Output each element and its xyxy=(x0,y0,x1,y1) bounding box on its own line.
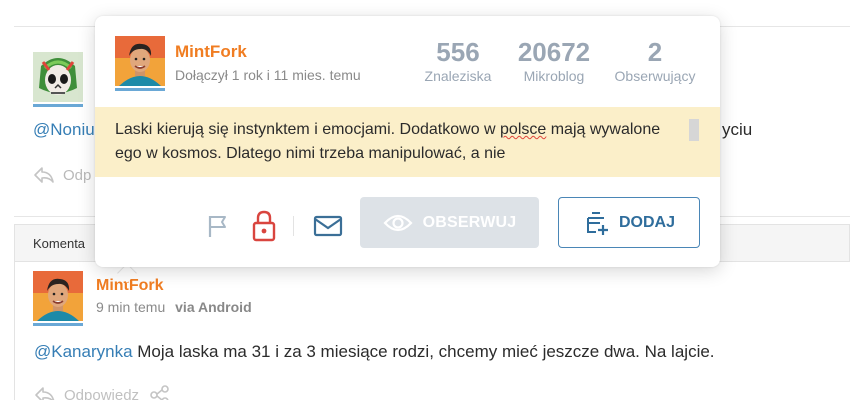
block-button[interactable] xyxy=(249,209,279,243)
add-label: DODAJ xyxy=(618,213,675,231)
comment-time: 9 min temu xyxy=(96,299,166,315)
page: @Noniu yciu Odp Komenta MintFork 9 min t… xyxy=(0,0,850,400)
mention-link[interactable]: @Kanarynka xyxy=(34,342,133,361)
bio-text: Laski kierują się instynktem i emocjami.… xyxy=(115,118,675,166)
share-icon[interactable] xyxy=(149,385,171,400)
spellcheck-word: polsce xyxy=(500,121,547,138)
reply-button[interactable]: Odp xyxy=(33,166,91,184)
popup-joined: Dołączył 1 rok i 11 mies. temu xyxy=(175,67,361,83)
add-button[interactable]: DODAJ xyxy=(558,197,700,248)
report-button[interactable] xyxy=(203,211,233,241)
comment-text: @Kanarynka Moja laska ma 31 i za 3 miesi… xyxy=(34,342,715,362)
add-list-icon xyxy=(586,211,608,235)
stat-label: Znaleziska xyxy=(424,68,492,84)
popup-username[interactable]: MintFork xyxy=(175,42,247,62)
stat-label: Mikroblog xyxy=(523,68,585,84)
avatar[interactable] xyxy=(33,271,83,321)
eye-icon xyxy=(383,214,413,231)
avatar[interactable] xyxy=(33,52,83,102)
follow-button[interactable]: OBSERWUJ xyxy=(360,197,539,248)
comments-label: Komenta xyxy=(33,236,86,251)
mail-icon xyxy=(313,215,343,237)
popup-bio: Laski kierują się instynktem i emocjami.… xyxy=(95,107,720,177)
stat-label: Obserwujący xyxy=(614,68,696,84)
lock-icon xyxy=(252,210,276,242)
reply-icon xyxy=(34,167,54,183)
stat-value: 556 xyxy=(436,37,480,67)
stat-followers[interactable]: 2 Obserwujący xyxy=(605,36,705,84)
bio-text-part: Laski kierują się instynktem i emocjami.… xyxy=(115,121,501,138)
comment-via: via Android xyxy=(175,299,252,315)
entry-text: @Noniu xyxy=(33,120,95,140)
entry-text-tail: yciu xyxy=(722,120,753,139)
avatar-underline xyxy=(33,323,83,326)
popup-avatar[interactable] xyxy=(115,36,165,86)
stat-links[interactable]: 556 Znaleziska xyxy=(417,36,499,84)
flag-icon xyxy=(208,216,226,237)
mention-link[interactable]: @Noniu xyxy=(33,120,95,139)
stat-microblog[interactable]: 20672 Mikroblog xyxy=(509,36,599,84)
divider xyxy=(293,216,294,236)
avatar-underline xyxy=(33,104,83,107)
comment-body: Moja laska ma 31 i za 3 miesiące rodzi, … xyxy=(132,342,715,361)
comment-meta: 9 min temu via Android xyxy=(96,299,252,315)
user-popup: MintFork Dołączył 1 rok i 11 mies. temu … xyxy=(95,16,720,267)
avatar-underline xyxy=(115,88,165,91)
follow-label: OBSERWUJ xyxy=(422,213,517,231)
comment: MintFork 9 min temu via Android @Kanaryn… xyxy=(14,262,850,400)
reply-label: Odp xyxy=(63,166,92,184)
reply-button[interactable]: Odpowiedz xyxy=(34,386,139,400)
stat-value: 2 xyxy=(647,37,663,67)
message-button[interactable] xyxy=(311,212,345,240)
reply-icon xyxy=(35,387,55,400)
comment-actions: Odpowiedz xyxy=(34,385,171,400)
bio-scrollbar[interactable] xyxy=(689,119,699,141)
reply-label: Odpowiedz xyxy=(64,386,140,400)
stat-value: 20672 xyxy=(517,37,591,67)
